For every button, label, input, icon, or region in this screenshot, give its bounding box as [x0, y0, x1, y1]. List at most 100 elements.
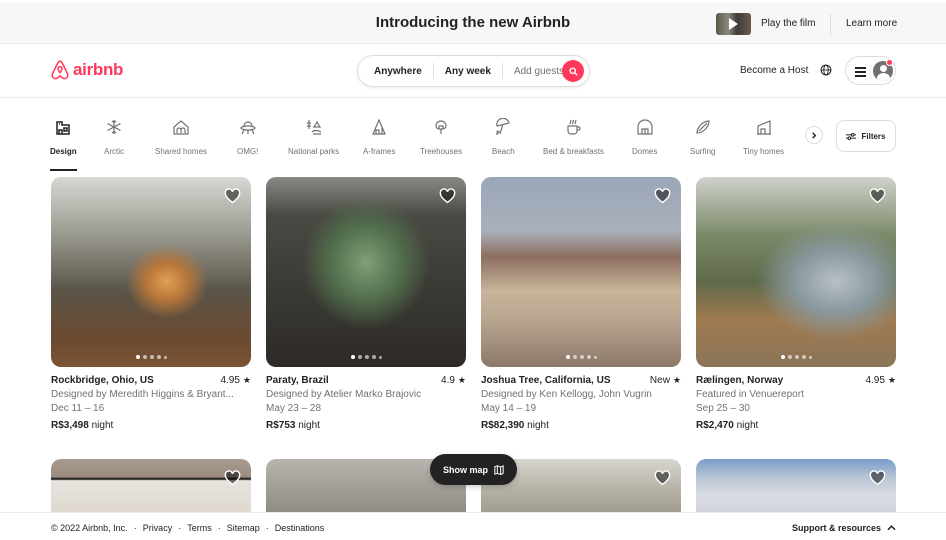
listing-subtitle: Featured in Venuereport: [696, 389, 804, 400]
search-location[interactable]: Anywhere: [358, 66, 433, 77]
listing-location: Joshua Tree, California, US: [481, 375, 611, 386]
listing-rating: 4.95 ★: [220, 375, 251, 386]
categories-next-button[interactable]: [805, 126, 823, 144]
search-icon: [568, 66, 578, 76]
listing-rating: 4.9 ★: [441, 375, 466, 386]
photo-pagination: [266, 355, 466, 359]
globe-icon[interactable]: [820, 64, 832, 76]
listing-photo[interactable]: [481, 177, 681, 367]
chevron-up-icon: [887, 525, 896, 531]
search-dates[interactable]: Any week: [434, 66, 502, 77]
listing-location: Rockbridge, Ohio, US: [51, 375, 154, 386]
search-bar[interactable]: Anywhere Any week Add guests: [357, 55, 590, 87]
snowflake-icon: [107, 120, 121, 134]
footer-link-destinations[interactable]: Destinations: [275, 523, 325, 533]
shared-home-icon: [173, 120, 189, 135]
header: airbnb Anywhere Any week Add guests Beco…: [0, 44, 946, 98]
filters-label: Filters: [861, 131, 886, 141]
footer: © 2022 Airbnb, Inc. · Privacy · Terms · …: [0, 512, 946, 540]
star-icon: ★: [672, 375, 681, 385]
category-domes[interactable]: Domes: [632, 118, 657, 159]
logo-wordmark: airbnb: [73, 60, 124, 79]
listing-price: R$2,470 night: [696, 420, 759, 431]
notification-badge: [886, 59, 893, 66]
chevron-right-icon: [812, 131, 817, 139]
category-bed-breakfasts[interactable]: Bed & breakfasts: [543, 118, 604, 159]
listing-subtitle: Designed by Meredith Higgins & Bryant...: [51, 389, 234, 400]
listing-rating: New ★: [649, 375, 681, 386]
user-menu-button[interactable]: [845, 56, 896, 85]
listing-photo[interactable]: [51, 459, 251, 519]
filters-button[interactable]: Filters: [836, 120, 896, 152]
heart-icon[interactable]: [869, 188, 886, 204]
airbnb-logo[interactable]: airbnb: [50, 59, 123, 81]
film-thumbnail[interactable]: [716, 13, 751, 35]
footer-link-sitemap[interactable]: Sitemap: [227, 523, 260, 533]
sliders-icon: [846, 132, 857, 140]
listing-location: Rælingen, Norway: [696, 375, 784, 386]
listing-subtitle: Designed by Ken Kellogg, John Vugrin: [481, 389, 652, 400]
map-icon: [494, 464, 504, 475]
design-icon: [56, 121, 71, 135]
category-shared-homes[interactable]: Shared homes: [155, 118, 207, 159]
become-host-link[interactable]: Become a Host: [740, 65, 808, 76]
treehouse-icon: [435, 120, 447, 134]
show-map-label: Show map: [442, 464, 488, 475]
photo-pagination: [481, 355, 681, 359]
play-icon: [729, 18, 738, 30]
national-park-icon: [306, 120, 321, 135]
footer-link-privacy[interactable]: Privacy: [143, 523, 173, 533]
category-treehouses[interactable]: Treehouses: [420, 118, 462, 159]
heart-icon[interactable]: [224, 188, 241, 204]
star-icon: ★: [887, 375, 896, 385]
a-frame-icon: [372, 118, 387, 135]
star-icon: ★: [457, 375, 466, 385]
listing-price: R$3,498 night: [51, 420, 114, 431]
star-icon: ★: [242, 375, 251, 385]
ufo-icon: [240, 121, 256, 135]
heart-icon[interactable]: [654, 470, 671, 486]
play-film-link[interactable]: Play the film: [761, 18, 815, 29]
listing-location: Paraty, Brazil: [266, 375, 329, 386]
search-button[interactable]: [562, 60, 584, 82]
listing-subtitle: Designed by Atelier Marko Brajovic: [266, 389, 422, 400]
listing-photo[interactable]: [51, 177, 251, 367]
listing-photo[interactable]: [266, 177, 466, 367]
menu-icon: [855, 67, 866, 79]
footer-link-terms[interactable]: Terms: [187, 523, 212, 533]
heart-icon[interactable]: [869, 470, 886, 486]
heart-icon[interactable]: [654, 188, 671, 204]
category-national-parks[interactable]: National parks: [288, 118, 339, 159]
category-arctic[interactable]: Arctic: [104, 118, 124, 159]
listing-photo[interactable]: [696, 177, 896, 367]
listing-card[interactable]: Paraty, Brazil 4.9 ★ Designed by Atelier …: [266, 177, 466, 431]
support-resources-button[interactable]: Support & resources: [792, 523, 896, 533]
category-design[interactable]: Design: [50, 118, 77, 171]
photo-pagination: [51, 355, 251, 359]
copyright: © 2022 Airbnb, Inc.: [51, 523, 128, 533]
heart-icon[interactable]: [224, 470, 241, 486]
heart-icon[interactable]: [439, 188, 456, 204]
listing-card[interactable]: Rockbridge, Ohio, US 4.95 ★ Designed by M…: [51, 177, 251, 431]
listing-dates: May 14 – 19: [481, 403, 537, 414]
category-beach[interactable]: Beach: [492, 118, 515, 159]
airbnb-logo-icon: [51, 60, 69, 80]
listing-rating: 4.95 ★: [865, 375, 896, 386]
listing-card[interactable]: Rælingen, Norway 4.95 ★ Featured in Venue…: [696, 177, 896, 431]
category-tiny-homes[interactable]: Tiny homes: [743, 118, 784, 159]
coffee-cup-icon: [567, 119, 581, 135]
tiny-home-icon: [756, 120, 771, 135]
photo-pagination: [696, 355, 896, 359]
show-map-button[interactable]: Show map: [430, 454, 517, 485]
category-bar: Design Arctic Shared homes OMG! National…: [40, 112, 830, 171]
listing-dates: May 23 – 28: [266, 403, 322, 414]
listing-photo[interactable]: [696, 459, 896, 519]
category-a-frames[interactable]: A-frames: [363, 118, 395, 159]
category-surfing[interactable]: Surfing: [690, 118, 715, 159]
beach-umbrella-icon: [496, 118, 511, 135]
listing-price: R$753 night: [266, 420, 320, 431]
learn-more-link[interactable]: Learn more: [846, 18, 897, 29]
listing-card[interactable]: Joshua Tree, California, US New ★ Designe…: [481, 177, 681, 431]
dome-icon: [637, 119, 653, 135]
category-omg[interactable]: OMG!: [237, 118, 258, 159]
